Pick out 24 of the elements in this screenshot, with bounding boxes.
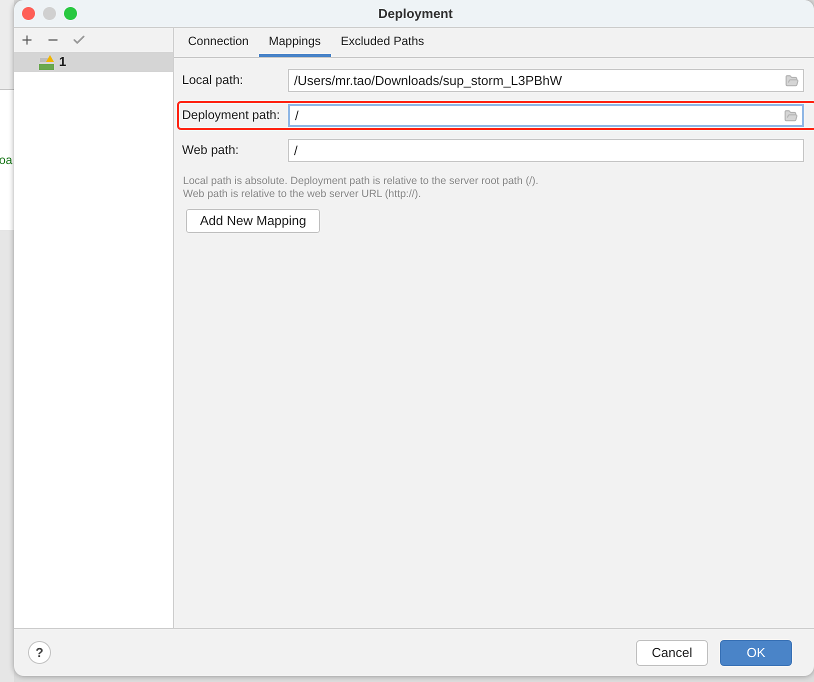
- path-field[interactable]: /: [288, 139, 804, 162]
- cancel-button[interactable]: Cancel: [636, 640, 708, 666]
- add-mapping-button[interactable]: Add New Mapping: [186, 209, 320, 233]
- close-icon[interactable]: [22, 7, 35, 20]
- server-item[interactable]: 1: [14, 52, 173, 72]
- tab[interactable]: Excluded Paths: [330, 28, 434, 57]
- hint-text: Local path is absolute. Deployment path is relative to the server root path (/).: [183, 175, 540, 188]
- tab[interactable]: Mappings: [258, 28, 331, 57]
- hint-text: Web path is relative to the web server URL (http://).: [183, 188, 422, 201]
- field-label: Local path:: [181, 72, 244, 90]
- server-name: 1: [59, 53, 66, 72]
- field-label: Web path:: [181, 142, 240, 160]
- zoom-icon[interactable]: [64, 7, 77, 20]
- path-field[interactable]: /Users/mr.tao/Downloads/sup_storm_L3PBhW: [288, 69, 804, 92]
- ok-button[interactable]: OK: [720, 640, 792, 666]
- add-icon[interactable]: [20, 33, 34, 47]
- window-title: Deployment: [378, 4, 453, 23]
- folder-icon[interactable]: [784, 108, 798, 122]
- field-label: Deployment path:: [181, 107, 281, 124]
- tab[interactable]: Connection: [178, 28, 259, 57]
- folder-icon[interactable]: [785, 74, 799, 88]
- minimize-icon[interactable]: [43, 7, 56, 20]
- help-button[interactable]: ?: [28, 641, 51, 664]
- path-field[interactable]: /: [288, 104, 804, 127]
